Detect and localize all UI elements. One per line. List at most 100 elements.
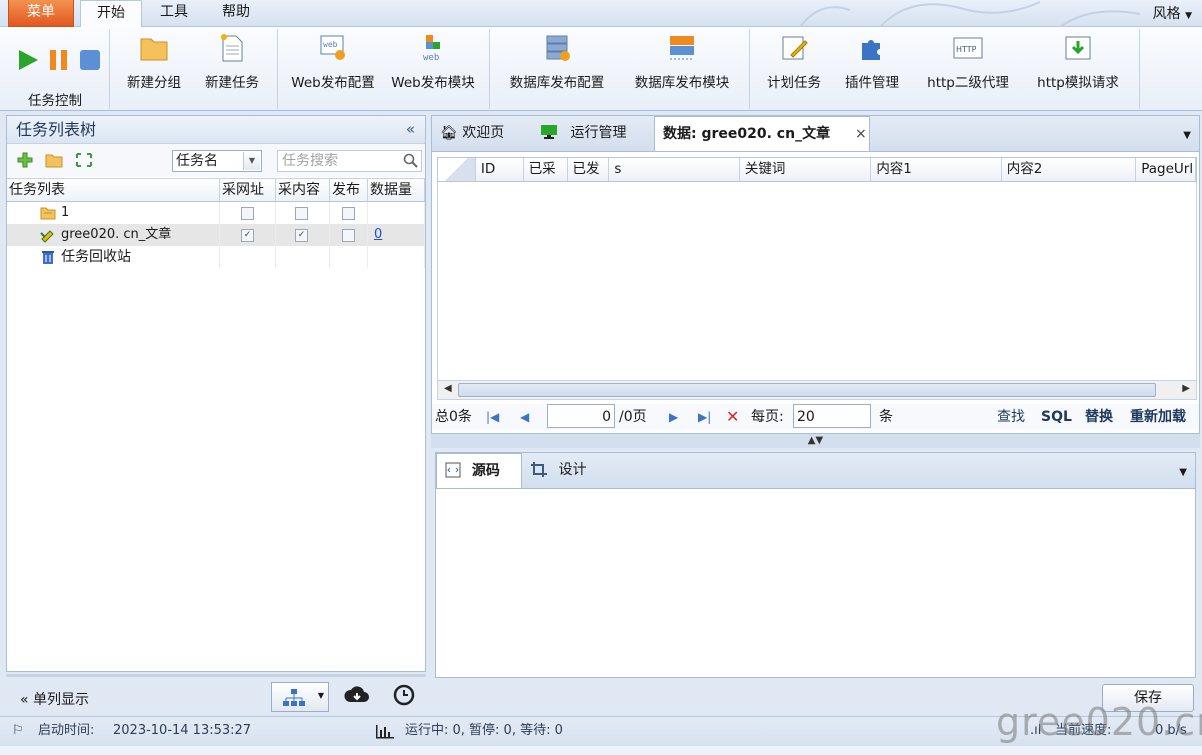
tree-row-task[interactable]: gree020. cn_文章 ✓ ✓ 0 [7, 224, 425, 246]
collect-url-checkbox[interactable]: ✓ [241, 229, 254, 242]
next-page-icon[interactable]: ▶ [669, 405, 678, 429]
menu-tools-tab[interactable]: 工具 [148, 0, 200, 27]
plugin-manage-label: 插件管理 [845, 75, 899, 91]
db-publish-module-button[interactable]: 数据库发布模块 [627, 33, 737, 99]
column-header[interactable]: 采内容 [276, 179, 330, 201]
last-page-icon[interactable]: ▶| [698, 405, 711, 429]
clear-icon[interactable]: ✕ [726, 405, 739, 429]
http-simulate-button[interactable]: http模拟请求 [1028, 33, 1128, 99]
plugin-manage-button[interactable]: 插件管理 [838, 33, 906, 99]
tab-design[interactable]: 设计 [530, 453, 610, 489]
cloud-download-icon[interactable] [344, 682, 370, 712]
horizontal-scrollbar[interactable]: ◀ ▶ [437, 380, 1197, 400]
http-proxy-button[interactable]: HTTP http二级代理 [918, 33, 1018, 99]
new-group-button[interactable]: 新建分组 [122, 33, 186, 99]
page-number-input[interactable]: 0 [547, 404, 615, 428]
menu-main-tab[interactable]: 菜单 [8, 0, 74, 27]
reload-button[interactable]: 重新加载 [1130, 405, 1186, 429]
column-header[interactable]: 内容2 [1002, 158, 1137, 181]
speed-label: 当前速度: [1055, 723, 1112, 738]
svg-text:HTTP: HTTP [956, 45, 977, 54]
tree-item-label: 1 [61, 205, 70, 220]
expand-all-icon[interactable] [75, 152, 93, 168]
tab-run-manage[interactable]: 运行管理 [540, 116, 650, 152]
per-page-label: 每页: [751, 409, 784, 425]
column-header[interactable]: 数据量 [368, 179, 425, 201]
menu-help-tab[interactable]: 帮助 [210, 0, 262, 27]
collect-content-checkbox[interactable] [295, 207, 308, 220]
single-view-button[interactable]: « 单列显示 [20, 689, 89, 709]
column-header[interactable]: 任务列表 [7, 179, 220, 201]
scroll-left-icon[interactable]: ◀ [444, 383, 452, 394]
column-header[interactable]: PageUrl [1136, 158, 1196, 181]
select-all-corner[interactable] [438, 158, 476, 181]
db-publish-config-label: 数据库发布配置 [509, 75, 605, 91]
column-header[interactable]: 已采 [524, 158, 568, 181]
schedule-edit-icon [782, 36, 808, 60]
chevron-down-icon[interactable]: ▼ [1183, 130, 1191, 141]
replace-button[interactable]: 替换 [1085, 405, 1113, 429]
save-button[interactable]: 保存 [1102, 684, 1194, 712]
sql-button[interactable]: SQL [1041, 405, 1072, 429]
data-count-link[interactable]: 0 [374, 224, 382, 246]
http-download-icon [1065, 36, 1091, 60]
style-label: 风格 [1152, 6, 1181, 22]
tree-cell [330, 224, 368, 246]
tab-welcome[interactable]: 🏠︎ 欢迎页 [440, 116, 530, 152]
column-header[interactable]: 内容1 [871, 158, 1002, 181]
prev-page-icon[interactable]: ◀ [520, 405, 529, 429]
column-header[interactable]: 关键词 [740, 158, 872, 181]
scrollbar-thumb[interactable] [458, 383, 1156, 397]
code-editor-area[interactable] [435, 488, 1196, 678]
column-header[interactable]: 采网址 [220, 179, 276, 201]
tab-data[interactable]: 数据: gree020. cn_文章 × [654, 116, 870, 152]
pause-icon[interactable] [48, 49, 70, 71]
panel-splitter[interactable]: ▲▼ [431, 434, 1200, 448]
search-field-select[interactable]: 任务名 ▼ [172, 150, 262, 172]
play-icon[interactable] [17, 49, 39, 71]
column-header[interactable]: 发布 [330, 179, 368, 201]
column-header[interactable]: 已发 [568, 158, 610, 181]
style-menu-button[interactable]: 风格 ▼ [1153, 3, 1192, 23]
first-page-icon[interactable]: |◀ [486, 405, 499, 429]
scroll-right-icon[interactable]: ▶ [1182, 383, 1190, 394]
folder-icon[interactable] [45, 152, 63, 168]
db-publish-config-button[interactable]: 数据库发布配置 [502, 33, 612, 99]
close-icon[interactable]: × [855, 126, 867, 142]
collect-content-checkbox[interactable]: ✓ [295, 229, 308, 242]
task-search-input[interactable]: 任务搜索 [277, 150, 422, 172]
add-icon[interactable] [16, 152, 34, 168]
tab-source[interactable]: 源码 [436, 453, 522, 489]
find-button[interactable]: 查找 [997, 405, 1025, 429]
search-icon[interactable] [403, 153, 419, 169]
web-publish-config-button[interactable]: web Web发布配置 [288, 33, 378, 99]
search-field-value: 任务名 [176, 153, 218, 169]
column-header[interactable]: ID [476, 158, 524, 181]
publish-checkbox[interactable] [342, 207, 355, 220]
per-page-input[interactable]: 20 [793, 404, 871, 428]
web-publish-group: web Web发布配置 web Web发布模块 [278, 29, 490, 109]
stop-icon[interactable] [79, 49, 101, 71]
collect-url-checkbox[interactable] [241, 207, 254, 220]
document-tab-bar: 🏠︎ 欢迎页 运行管理 数据: gree020. cn_文章 × ▼ [431, 115, 1200, 152]
tree-cell [330, 246, 368, 268]
chevron-down-icon[interactable]: ▼ [1179, 467, 1187, 478]
tree-cell: 任务回收站 [7, 246, 220, 268]
data-grid-body [437, 182, 1197, 380]
data-grid-header: ID 已采 已发 s 关键词 内容1 内容2 PageUrl [437, 157, 1197, 182]
run-status: 运行中: 0, 暂停: 0, 等待: 0 [405, 723, 563, 738]
publish-checkbox[interactable] [342, 229, 355, 242]
scheduled-task-button[interactable]: 计划任务 [760, 33, 828, 99]
clock-icon[interactable] [392, 682, 416, 712]
splitter-arrows-icon[interactable]: ▲▼ [808, 435, 823, 446]
tree-row-group[interactable]: 1 [7, 202, 425, 224]
tree-cell: 0 [368, 224, 425, 246]
new-task-button[interactable]: 新建任务 [200, 33, 264, 99]
page-total: /0页 [619, 409, 647, 425]
menu-start-tab[interactable]: 开始 [80, 0, 142, 28]
column-header[interactable]: s [609, 158, 740, 181]
collapse-panel-button[interactable]: « [406, 116, 415, 143]
web-publish-module-button[interactable]: web Web发布模块 [388, 33, 478, 99]
tree-view-dropdown[interactable]: ▼ [271, 682, 329, 712]
tree-row-recycle[interactable]: 任务回收站 [7, 246, 425, 268]
